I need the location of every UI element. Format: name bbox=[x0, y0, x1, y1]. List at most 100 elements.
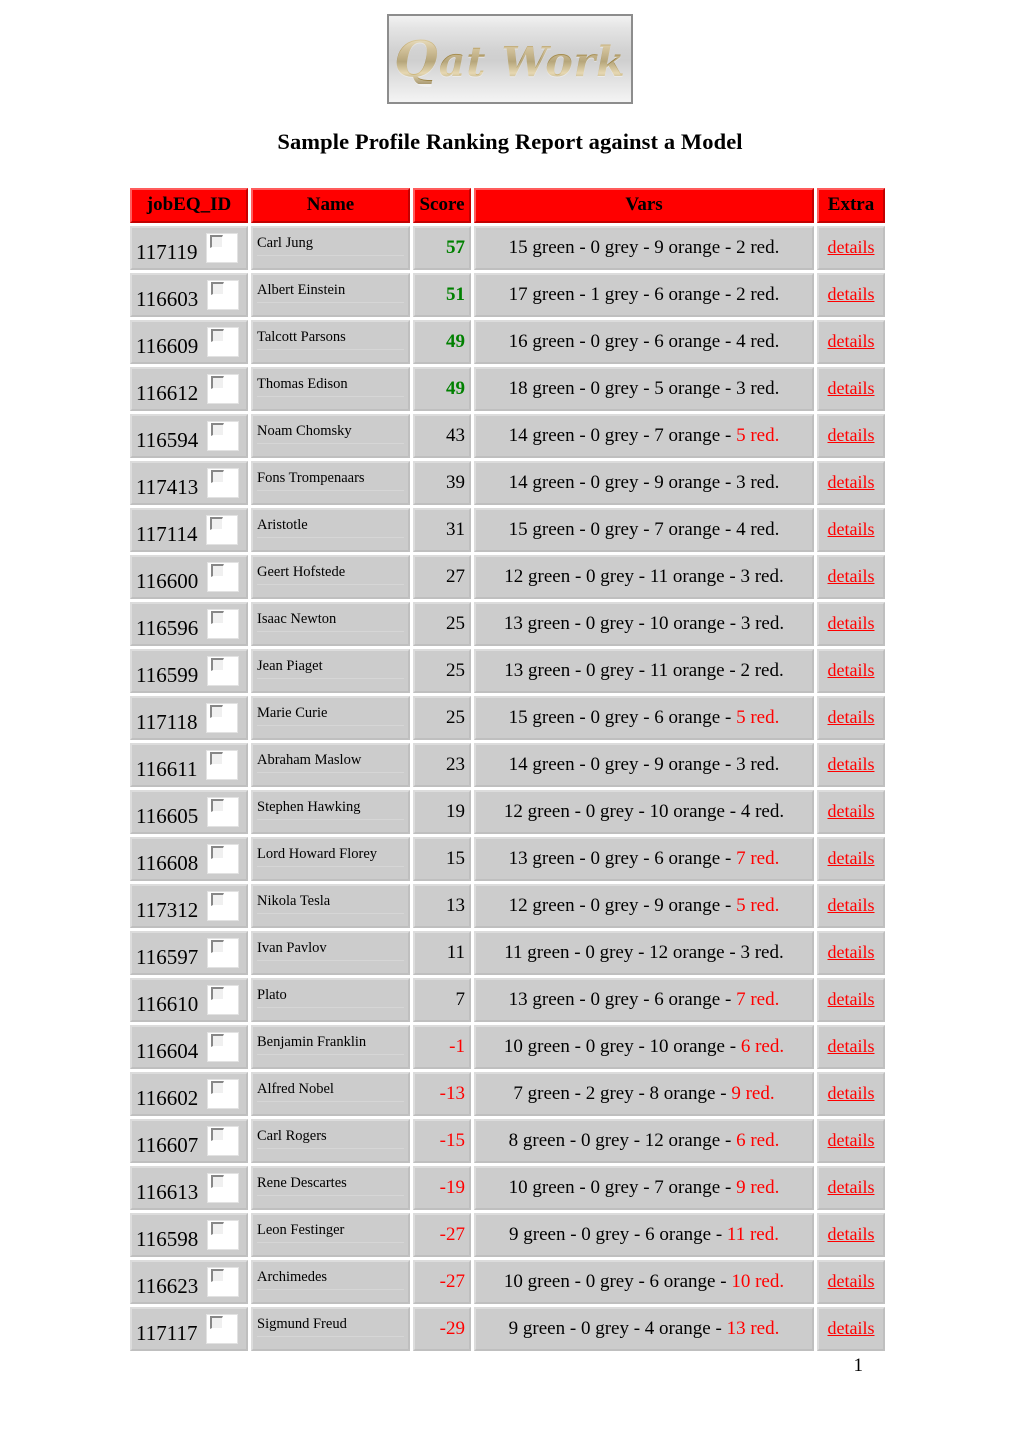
row-select-checkbox[interactable] bbox=[206, 232, 239, 263]
person-name: Carl Rogers bbox=[257, 1128, 404, 1150]
details-link[interactable]: details bbox=[828, 1083, 875, 1103]
details-link[interactable]: details bbox=[828, 331, 875, 351]
table-row: 116597 Ivan Pavlov 11 11 green - 0 grey - 1… bbox=[130, 930, 885, 975]
cell-vars: 13 green - 0 grey - 6 orange - 7 red. bbox=[474, 977, 814, 1022]
details-link[interactable]: details bbox=[828, 425, 875, 445]
row-select-checkbox[interactable] bbox=[207, 279, 240, 310]
table-row: 117118 Marie Curie 25 15 green - 0 grey - 6… bbox=[130, 695, 885, 740]
logo-rest-text: at Work bbox=[438, 38, 626, 86]
details-link[interactable]: details bbox=[828, 237, 875, 257]
row-select-checkbox[interactable] bbox=[207, 608, 240, 639]
vars-red-count-text: 7 red. bbox=[736, 847, 780, 869]
details-link[interactable]: details bbox=[828, 1224, 875, 1244]
cell-vars: 12 green - 0 grey - 10 orange - 4 red. bbox=[474, 789, 814, 834]
row-select-checkbox[interactable] bbox=[207, 326, 240, 357]
details-link[interactable]: details bbox=[828, 284, 875, 304]
column-header-extra[interactable]: Extra bbox=[817, 188, 885, 223]
details-link[interactable]: details bbox=[828, 754, 875, 774]
details-link[interactable]: details bbox=[828, 566, 875, 586]
row-select-checkbox[interactable] bbox=[207, 561, 240, 592]
row-select-checkbox[interactable] bbox=[206, 702, 239, 733]
cell-jobeq-id: 116612 bbox=[130, 366, 248, 411]
row-select-checkbox[interactable] bbox=[206, 1313, 239, 1344]
person-name: Fons Trompenaars bbox=[257, 470, 404, 492]
row-select-checkbox[interactable] bbox=[207, 937, 240, 968]
score-value: -1 bbox=[449, 1035, 465, 1057]
details-link[interactable]: details bbox=[828, 660, 875, 680]
jobeq-id-value: 117118 bbox=[136, 710, 198, 735]
details-link[interactable]: details bbox=[828, 1036, 875, 1056]
cell-score: 51 bbox=[413, 272, 471, 317]
row-select-checkbox[interactable] bbox=[206, 514, 239, 545]
id-checkbox-group: 116609 bbox=[136, 326, 242, 357]
table-row: 116596 Isaac Newton 25 13 green - 0 grey - … bbox=[130, 601, 885, 646]
cell-extra: details bbox=[817, 1306, 885, 1351]
cell-extra: details bbox=[817, 1071, 885, 1116]
row-select-checkbox[interactable] bbox=[207, 843, 240, 874]
person-name: Sigmund Freud bbox=[257, 1316, 404, 1338]
cell-jobeq-id: 116604 bbox=[130, 1024, 248, 1069]
cell-jobeq-id: 116608 bbox=[130, 836, 248, 881]
checkbox-glyph bbox=[211, 1174, 225, 1188]
cell-extra: details bbox=[817, 460, 885, 505]
checkbox-glyph bbox=[211, 1221, 225, 1235]
column-header-jobeq-id[interactable]: jobEQ_ID bbox=[130, 188, 248, 223]
row-select-checkbox[interactable] bbox=[207, 467, 240, 498]
row-select-checkbox[interactable] bbox=[207, 1078, 240, 1109]
details-link[interactable]: details bbox=[828, 707, 875, 727]
id-checkbox-group: 116603 bbox=[136, 279, 242, 310]
cell-name: Plato bbox=[251, 977, 410, 1022]
cell-vars: 15 green - 0 grey - 6 orange - 5 red. bbox=[474, 695, 814, 740]
cell-jobeq-id: 116596 bbox=[130, 601, 248, 646]
row-select-checkbox[interactable] bbox=[207, 796, 240, 827]
row-select-checkbox[interactable] bbox=[207, 1266, 240, 1297]
table-row: 116605 Stephen Hawking 19 12 green - 0 grey… bbox=[130, 789, 885, 834]
row-select-checkbox[interactable] bbox=[207, 890, 240, 921]
column-header-score[interactable]: Score bbox=[413, 188, 471, 223]
id-checkbox-group: 117117 bbox=[136, 1313, 242, 1344]
id-checkbox-group: 116597 bbox=[136, 937, 242, 968]
score-value: 23 bbox=[446, 753, 465, 775]
details-link[interactable]: details bbox=[828, 895, 875, 915]
details-link[interactable]: details bbox=[828, 1271, 875, 1291]
row-select-checkbox[interactable] bbox=[207, 420, 240, 451]
details-link[interactable]: details bbox=[828, 989, 875, 1009]
person-name: Lord Howard Florey bbox=[257, 846, 404, 868]
cell-name: Carl Jung bbox=[251, 225, 410, 270]
vars-red-count-text: 5 red. bbox=[736, 894, 780, 916]
row-select-checkbox[interactable] bbox=[207, 1125, 240, 1156]
vars-red-count-text: 13 red. bbox=[726, 1317, 780, 1339]
details-link[interactable]: details bbox=[828, 1130, 875, 1150]
cell-name: Noam Chomsky bbox=[251, 413, 410, 458]
row-select-checkbox[interactable] bbox=[207, 655, 240, 686]
row-select-checkbox[interactable] bbox=[207, 1031, 240, 1062]
row-select-checkbox[interactable] bbox=[207, 1219, 240, 1250]
cell-extra: details bbox=[817, 366, 885, 411]
details-link[interactable]: details bbox=[828, 472, 875, 492]
row-select-checkbox[interactable] bbox=[207, 373, 240, 404]
cell-vars: 17 green - 1 grey - 6 orange - 2 red. bbox=[474, 272, 814, 317]
checkbox-glyph bbox=[210, 1315, 224, 1329]
column-header-vars[interactable]: Vars bbox=[474, 188, 814, 223]
details-link[interactable]: details bbox=[828, 1177, 875, 1197]
details-link[interactable]: details bbox=[828, 942, 875, 962]
table-row: 117413 Fons Trompenaars 39 14 green - 0 gre… bbox=[130, 460, 885, 505]
vars-red-count-text: 3 red. bbox=[740, 612, 785, 634]
vars-counts-text: 14 green - 0 grey - 9 orange - bbox=[508, 753, 737, 775]
column-header-name[interactable]: Name bbox=[251, 188, 410, 223]
cell-jobeq-id: 116607 bbox=[130, 1118, 248, 1163]
cell-jobeq-id: 117312 bbox=[130, 883, 248, 928]
jobeq-id-value: 117114 bbox=[136, 522, 198, 547]
details-link[interactable]: details bbox=[828, 613, 875, 633]
row-select-checkbox[interactable] bbox=[207, 984, 240, 1015]
cell-extra: details bbox=[817, 319, 885, 364]
details-link[interactable]: details bbox=[828, 1318, 875, 1338]
row-select-checkbox[interactable] bbox=[206, 749, 239, 780]
id-checkbox-group: 116613 bbox=[136, 1172, 242, 1203]
details-link[interactable]: details bbox=[828, 801, 875, 821]
row-select-checkbox[interactable] bbox=[207, 1172, 240, 1203]
cell-extra: details bbox=[817, 648, 885, 693]
details-link[interactable]: details bbox=[828, 848, 875, 868]
details-link[interactable]: details bbox=[828, 519, 875, 539]
details-link[interactable]: details bbox=[828, 378, 875, 398]
